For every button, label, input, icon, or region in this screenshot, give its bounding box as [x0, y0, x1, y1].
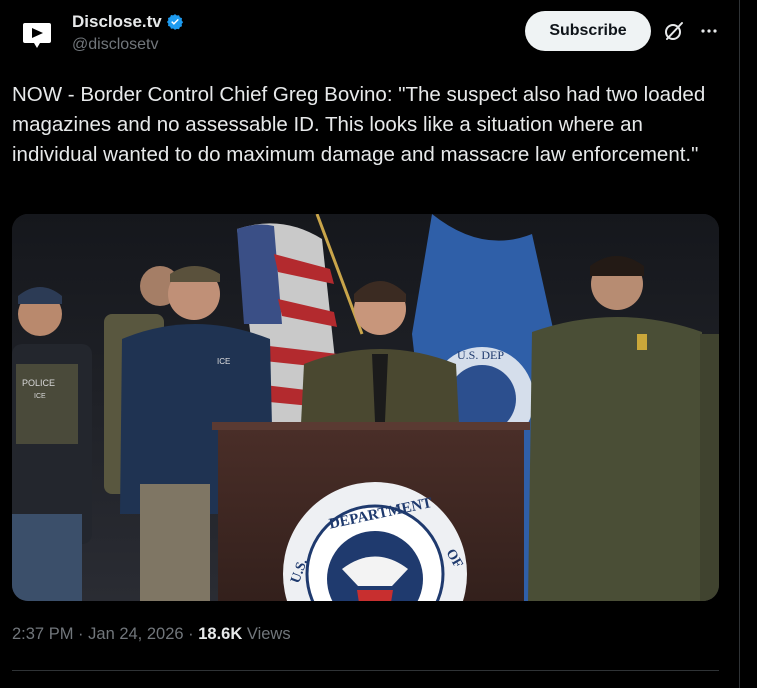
right-divider [739, 0, 740, 688]
grok-icon[interactable] [662, 19, 686, 43]
views-count: 18.6K [198, 625, 243, 643]
meta-separator: · [188, 625, 194, 643]
author-handle[interactable]: @disclosetv [72, 36, 184, 54]
svg-text:ICE: ICE [34, 393, 46, 400]
media-video[interactable]: U.S. DEP POLICE ICE ICE DEPARTMENT U.S. … [12, 214, 719, 601]
press-conference-image: U.S. DEP POLICE ICE ICE DEPARTMENT U.S. … [12, 214, 719, 601]
avatar[interactable] [16, 13, 58, 55]
author-name[interactable]: Disclose.tv [72, 12, 162, 32]
tweet-text: NOW - Border Control Chief Greg Bovino: … [12, 83, 711, 166]
tweet-header: Disclose.tv @disclosetv Subscribe [16, 10, 717, 58]
svg-text:ICE: ICE [217, 357, 230, 366]
tweet-meta: 2:37 PM · Jan 24, 2026 · 18.6K Views [12, 625, 291, 644]
more-icon[interactable] [697, 19, 721, 43]
views-label: Views [246, 625, 291, 643]
svg-text:POLICE: POLICE [22, 378, 55, 388]
subscribe-button[interactable]: Subscribe [525, 11, 651, 51]
tweet-date[interactable]: Jan 24, 2026 [88, 625, 183, 643]
svg-text:U.S. DEP: U.S. DEP [457, 348, 504, 362]
verified-badge-icon [166, 14, 183, 30]
podium: DEPARTMENT U.S. OF [212, 422, 530, 601]
disclose-logo-icon [23, 23, 51, 48]
meta-separator: · [78, 625, 84, 643]
author-block[interactable]: Disclose.tv @disclosetv [72, 12, 184, 54]
bottom-divider [12, 670, 719, 671]
tweet-time[interactable]: 2:37 PM [12, 625, 73, 643]
